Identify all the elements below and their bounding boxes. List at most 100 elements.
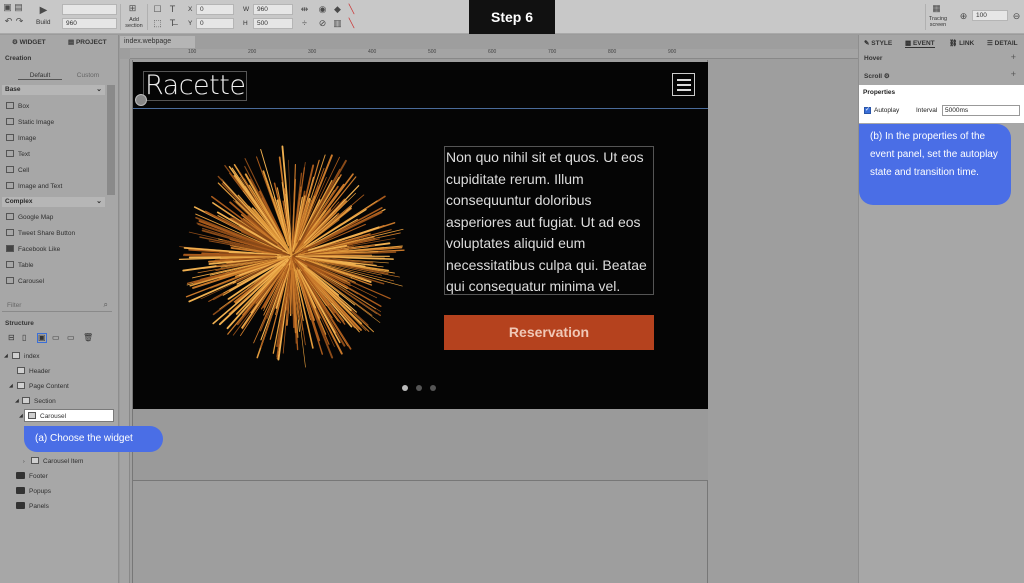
collapse-arrow-icon[interactable]: › bbox=[23, 459, 25, 465]
build-play-icon[interactable]: ▶ bbox=[39, 6, 48, 16]
interval-input[interactable]: 5000ms bbox=[942, 105, 1020, 116]
align-v-icon[interactable]: ÷ bbox=[300, 19, 309, 28]
widget-tweet-share[interactable]: Tweet Share Button bbox=[6, 229, 75, 237]
widget-carousel[interactable]: Carousel bbox=[6, 277, 44, 285]
structure-tool-b-icon[interactable]: ▯ bbox=[22, 333, 26, 342]
tree-item-panels[interactable]: Panels bbox=[16, 502, 49, 510]
widget-table[interactable]: Table bbox=[6, 261, 34, 269]
add-section-label[interactable]: Add section bbox=[123, 17, 145, 29]
tab-link[interactable]: ⛓ LINK bbox=[949, 39, 974, 47]
text-style-icon[interactable]: T bbox=[168, 5, 177, 14]
project-tab-icon: ▤ bbox=[68, 39, 76, 46]
link-tab-icon: ⛓ bbox=[949, 40, 960, 47]
tab-project[interactable]: ▤ PROJECT bbox=[68, 38, 107, 46]
structure-tool-c-icon[interactable]: ▣ bbox=[37, 333, 47, 343]
y-input[interactable]: 0 bbox=[196, 18, 234, 29]
callout-set-autoplay: (b) In the properties of the event panel… bbox=[859, 124, 1011, 205]
tab-widget[interactable]: ⚙ WIDGET bbox=[12, 38, 46, 46]
add-hover-icon[interactable]: + bbox=[1011, 52, 1016, 62]
eye-icon[interactable]: ◉ bbox=[318, 5, 327, 14]
tracing-screen-icon[interactable]: ▦ bbox=[932, 4, 941, 13]
text-icon bbox=[6, 150, 14, 157]
tab-detail[interactable]: ☰ DETAIL bbox=[987, 39, 1018, 47]
border-icon[interactable]: ▥ bbox=[333, 19, 342, 28]
hero-text-block[interactable]: Non quo nihil sit et quos. Ut eos cupidi… bbox=[444, 146, 654, 295]
add-scroll-icon[interactable]: + bbox=[1011, 69, 1016, 79]
tree-item-popups[interactable]: Popups bbox=[16, 487, 51, 495]
checkbox-tool-icon[interactable]: ☐ bbox=[153, 5, 162, 14]
redo-icon[interactable]: ↷ bbox=[15, 17, 24, 26]
tree-item-header[interactable]: Header bbox=[17, 367, 50, 375]
reservation-button[interactable]: Reservation bbox=[444, 315, 654, 350]
ruler-label: 900 bbox=[668, 49, 677, 55]
tab-style[interactable]: ✎ STYLE bbox=[864, 39, 892, 47]
zoom-out-icon[interactable]: ⊖ bbox=[1012, 12, 1021, 21]
pasta-image[interactable] bbox=[172, 138, 412, 378]
width-preset-select[interactable]: 960 bbox=[62, 18, 117, 29]
widget-text[interactable]: Text bbox=[6, 150, 30, 158]
widget-list-scrollbar[interactable] bbox=[107, 85, 115, 195]
no-border-color-icon[interactable]: ╲ bbox=[347, 19, 356, 28]
clear-format-icon[interactable]: T̶ bbox=[168, 19, 177, 28]
expand-arrow-icon[interactable]: ◢ bbox=[9, 383, 13, 389]
tree-item-carousel-item[interactable]: Carousel Item bbox=[31, 457, 83, 465]
expand-arrow-icon[interactable]: ◢ bbox=[4, 353, 8, 359]
widget-handle-icon[interactable] bbox=[135, 94, 147, 106]
widget-facebook-like[interactable]: Facebook Like bbox=[6, 245, 60, 253]
save-icon[interactable]: ▣ bbox=[3, 3, 12, 12]
expand-arrow-icon[interactable]: ◢ bbox=[19, 413, 23, 419]
hover-label: Hover bbox=[864, 55, 883, 62]
zoom-icon[interactable]: ⊕ bbox=[959, 12, 968, 21]
widget-google-map[interactable]: Google Map bbox=[6, 213, 53, 221]
widget-box[interactable]: Box bbox=[6, 102, 29, 110]
layout-preset-select[interactable] bbox=[62, 4, 117, 15]
expand-arrow-icon[interactable]: ◢ bbox=[15, 398, 19, 404]
build-label[interactable]: Build bbox=[36, 19, 50, 26]
carousel-dot[interactable] bbox=[402, 385, 408, 391]
fill-icon[interactable]: ◆ bbox=[333, 5, 342, 14]
widget-cell[interactable]: Cell bbox=[6, 166, 29, 174]
structure-tool-d-icon[interactable]: ▭ bbox=[52, 333, 60, 342]
tracing-screen-label[interactable]: Tracing screen bbox=[927, 16, 949, 28]
h-input[interactable]: 500 bbox=[253, 18, 293, 29]
tab-event[interactable]: ▩ EVENT bbox=[905, 39, 935, 48]
widget-image[interactable]: Image bbox=[6, 134, 36, 142]
add-section-icon[interactable]: ⊞ bbox=[128, 4, 137, 13]
image-icon bbox=[6, 134, 14, 141]
site-logo[interactable]: Racette bbox=[143, 71, 248, 101]
hamburger-menu-icon[interactable] bbox=[672, 73, 695, 96]
complex-section-header[interactable]: Complex ⌄ bbox=[2, 197, 105, 207]
zoom-select[interactable]: 100 bbox=[972, 10, 1008, 21]
document-tab[interactable]: index.webpage bbox=[120, 36, 195, 48]
base-section-header[interactable]: Base ⌄ bbox=[2, 85, 105, 95]
facebook-icon bbox=[6, 245, 14, 252]
tree-item-footer[interactable]: Footer bbox=[16, 472, 48, 480]
trash-icon[interactable]: 🗑 bbox=[83, 333, 93, 342]
carousel-dot[interactable] bbox=[430, 385, 436, 391]
autoplay-checkbox[interactable]: ✓ bbox=[864, 107, 871, 114]
tree-item-page-content[interactable]: Page Content bbox=[17, 382, 69, 390]
vertical-ruler bbox=[120, 59, 130, 583]
carousel-dot[interactable] bbox=[416, 385, 422, 391]
structure-tool-a-icon[interactable]: ⊟ bbox=[8, 333, 15, 342]
no-color-icon[interactable]: ╲ bbox=[347, 5, 356, 14]
structure-tool-e-icon[interactable]: ▭ bbox=[67, 333, 75, 342]
h-label: H bbox=[243, 20, 248, 27]
align-h-icon[interactable]: ⇹ bbox=[300, 5, 309, 14]
visibility-off-icon[interactable]: ⊘ bbox=[318, 19, 327, 28]
save-all-icon[interactable]: ▤ bbox=[14, 3, 23, 12]
tree-item-section[interactable]: Section bbox=[22, 397, 56, 405]
tree-item-carousel-selected[interactable]: Carousel bbox=[24, 409, 114, 422]
x-input[interactable]: 0 bbox=[196, 4, 234, 15]
undo-icon[interactable]: ↶ bbox=[4, 17, 13, 26]
tab-custom[interactable]: Custom bbox=[66, 72, 110, 79]
pasta-burst bbox=[178, 145, 405, 368]
filter-input[interactable]: Filter ⌕ bbox=[2, 300, 112, 312]
tab-default[interactable]: Default bbox=[18, 72, 62, 80]
twitter-icon bbox=[6, 229, 14, 236]
widget-image-and-text[interactable]: Image and Text bbox=[6, 182, 62, 190]
w-input[interactable]: 960 bbox=[253, 4, 293, 15]
widget-static-image[interactable]: Static Image bbox=[6, 118, 54, 126]
tree-item-index[interactable]: index bbox=[12, 352, 40, 360]
frame-tool-icon[interactable]: ⬚ bbox=[153, 19, 162, 28]
